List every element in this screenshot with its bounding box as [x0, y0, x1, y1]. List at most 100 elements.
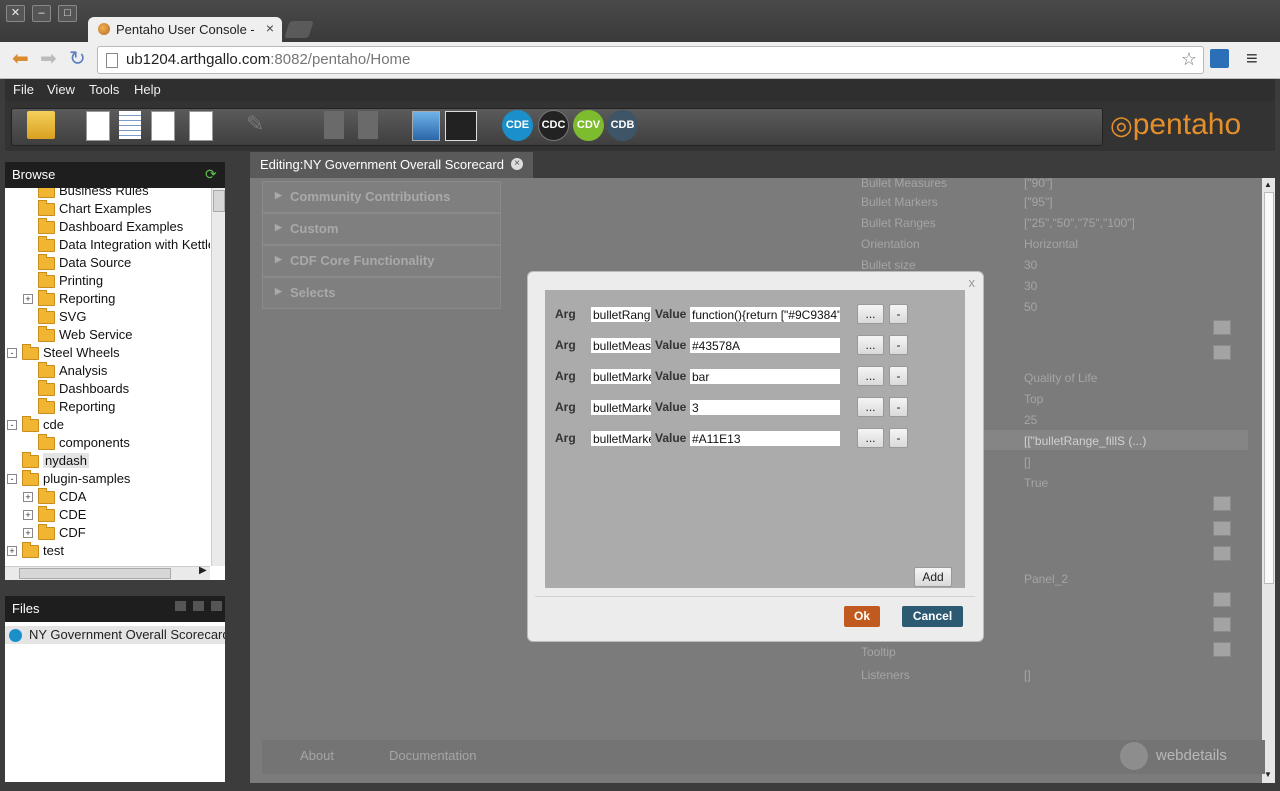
remove-row-button[interactable]: -	[889, 304, 908, 324]
value-input[interactable]: 3	[689, 399, 841, 416]
edit-value-button[interactable]: ...	[857, 335, 884, 355]
accordion-selects[interactable]: ▶ Selects	[262, 277, 501, 309]
display-icon[interactable]	[412, 111, 440, 141]
browse-hscrollbar[interactable]: ▶	[5, 565, 210, 580]
arg-input[interactable]: bulletRang	[590, 306, 652, 323]
editor-tab[interactable]: Editing:NY Government Overall Scorecard …	[250, 152, 533, 178]
prop-edit-button[interactable]	[1213, 617, 1231, 632]
new-report-icon[interactable]	[86, 111, 110, 141]
file-item[interactable]: NY Government Overall Scorecard	[5, 626, 225, 644]
prop-value[interactable]: [["bulletRange_fillS (...)	[1024, 434, 1146, 448]
prop-edit-button[interactable]	[1213, 546, 1231, 561]
arg-input[interactable]: bulletMeas	[590, 337, 652, 354]
back-icon[interactable]: ⬅	[12, 49, 29, 69]
expand-icon[interactable]: +	[23, 294, 33, 304]
scroll-up-icon[interactable]: ▲	[1264, 180, 1272, 189]
arg-input[interactable]: bulletMarke	[590, 430, 652, 447]
prop-edit-button[interactable]	[1213, 592, 1231, 607]
prop-value[interactable]: []	[1024, 668, 1031, 682]
prop-value[interactable]: ["25","50","75","100"]	[1024, 216, 1135, 230]
prop-value[interactable]: Top	[1024, 392, 1043, 406]
value-input[interactable]: bar	[689, 368, 841, 385]
menu-file[interactable]: File	[13, 82, 34, 97]
open-folder-icon[interactable]	[27, 111, 55, 139]
accordion-custom[interactable]: ▶ Custom	[262, 213, 501, 245]
new-dashboard-icon[interactable]	[151, 111, 175, 141]
dashboard-preview-icon[interactable]	[445, 111, 477, 141]
prop-value[interactable]: ["90"]	[1024, 176, 1053, 190]
prop-value[interactable]: 30	[1024, 258, 1037, 272]
menu-tools[interactable]: Tools	[89, 82, 119, 97]
cdb-icon[interactable]: CDB	[607, 110, 638, 141]
prop-value[interactable]: Panel_2	[1024, 572, 1068, 586]
prop-edit-button[interactable]	[1213, 320, 1231, 335]
accordion-cdf-core[interactable]: ▶ CDF Core Functionality	[262, 245, 501, 277]
prop-edit-button[interactable]	[1213, 642, 1231, 657]
forward-icon[interactable]: ➡	[40, 49, 57, 69]
remove-row-button[interactable]: -	[889, 335, 908, 355]
prop-edit-button[interactable]	[1213, 521, 1231, 536]
refresh-icon[interactable]: ⟳	[205, 166, 217, 183]
menu-help[interactable]: Help	[134, 82, 161, 97]
editor-tab-close-icon[interactable]: ×	[511, 158, 523, 170]
scroll-right-icon[interactable]: ▶	[199, 565, 207, 576]
browser-tab[interactable]: Pentaho User Console - Ed ×	[88, 17, 282, 42]
browse-vscrollbar[interactable]	[211, 188, 225, 566]
edit-value-button[interactable]: ...	[857, 428, 884, 448]
collapse-icon[interactable]: -	[7, 420, 17, 430]
window-maximize-icon[interactable]: □	[58, 5, 77, 22]
prop-value[interactable]: []	[1024, 455, 1031, 469]
chrome-menu-icon[interactable]: ≡	[1246, 48, 1258, 71]
accordion-community[interactable]: ▶ Community Contributions	[262, 181, 501, 213]
edit-value-button[interactable]: ...	[857, 397, 884, 417]
arg-input[interactable]: bulletMarke	[590, 368, 652, 385]
documentation-link[interactable]: Documentation	[389, 748, 476, 763]
files-edit-icon[interactable]	[193, 601, 204, 611]
main-scroll-thumb[interactable]	[1264, 192, 1274, 584]
prop-edit-button[interactable]	[1213, 345, 1231, 360]
add-button[interactable]: Add	[914, 567, 952, 587]
arg-input[interactable]: bulletMarke	[590, 399, 652, 416]
prop-value[interactable]: True	[1024, 476, 1048, 490]
cancel-button[interactable]: Cancel	[902, 606, 963, 627]
window-close-icon[interactable]: ✕	[6, 5, 25, 22]
save-as-icon[interactable]	[358, 111, 378, 139]
browse-hscroll-thumb[interactable]	[19, 568, 171, 579]
edit-pencil-icon[interactable]: ✎	[246, 111, 266, 139]
expand-icon[interactable]: +	[23, 510, 33, 520]
prop-value[interactable]: Horizontal	[1024, 237, 1078, 251]
prop-value[interactable]: Quality of Life	[1024, 371, 1097, 385]
about-link[interactable]: About	[300, 748, 334, 763]
reload-icon[interactable]: ↻	[69, 49, 86, 69]
save-icon[interactable]	[324, 111, 344, 139]
collapse-icon[interactable]: -	[7, 348, 17, 358]
window-minimize-icon[interactable]: –	[32, 5, 51, 22]
prop-value[interactable]: 50	[1024, 300, 1037, 314]
address-bar[interactable]: ub1204.arthgallo.com:8082/pentaho/Home ☆	[97, 46, 1204, 74]
remove-row-button[interactable]: -	[889, 366, 908, 386]
value-input[interactable]: #A11E13	[689, 430, 841, 447]
main-scrollbar[interactable]: ▲ ▼	[1262, 178, 1275, 783]
edit-value-button[interactable]: ...	[857, 366, 884, 386]
prop-edit-button[interactable]	[1213, 496, 1231, 511]
value-input[interactable]: function(){return ["#9C9384"	[689, 306, 841, 323]
dialog-close-icon[interactable]: x	[969, 275, 976, 290]
scroll-down-icon[interactable]: ▼	[1264, 770, 1272, 779]
expand-icon[interactable]: +	[23, 492, 33, 502]
collapse-icon[interactable]: -	[7, 474, 17, 484]
cdv-icon[interactable]: CDV	[573, 110, 604, 141]
ok-button[interactable]: Ok	[844, 606, 880, 627]
extension-chart-icon[interactable]	[1210, 49, 1229, 68]
files-folder-icon[interactable]	[175, 601, 186, 611]
tab-close-icon[interactable]: ×	[266, 20, 274, 36]
cde-icon[interactable]: CDE	[502, 110, 533, 141]
remove-row-button[interactable]: -	[889, 397, 908, 417]
new-analysis-icon[interactable]	[119, 111, 141, 139]
edit-value-button[interactable]: ...	[857, 304, 884, 324]
prop-value[interactable]: ["95"]	[1024, 195, 1053, 209]
value-input[interactable]: #43578A	[689, 337, 841, 354]
expand-icon[interactable]: +	[23, 528, 33, 538]
expand-icon[interactable]: +	[7, 546, 17, 556]
files-list-icon[interactable]	[211, 601, 222, 611]
menu-view[interactable]: View	[47, 82, 75, 97]
